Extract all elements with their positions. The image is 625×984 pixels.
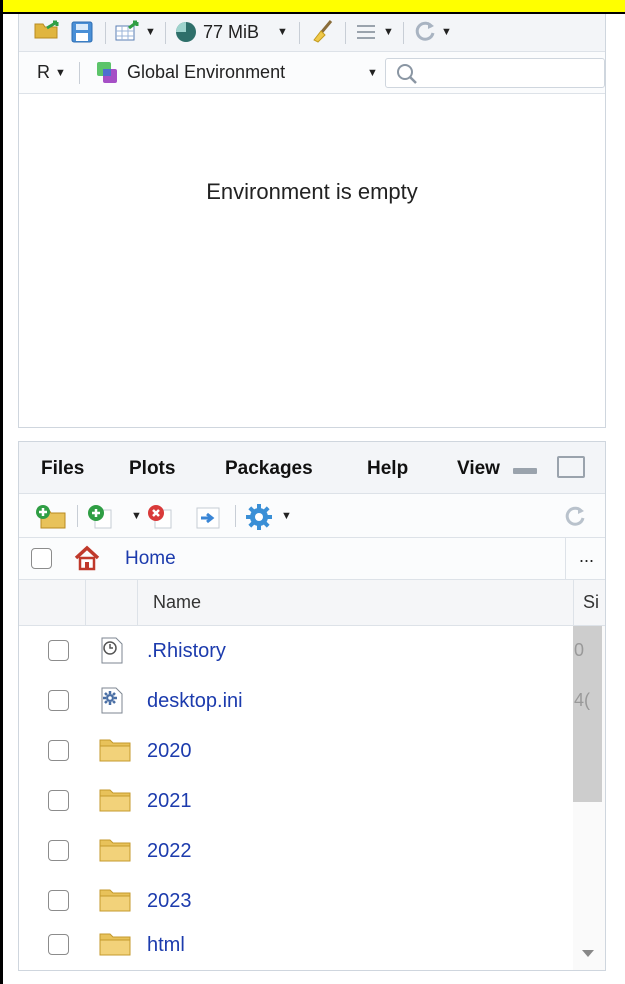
rename-file-icon[interactable]: [195, 506, 221, 535]
file-name-link[interactable]: 2021: [147, 776, 192, 826]
scroll-down-arrow-icon[interactable]: [582, 950, 594, 957]
file-size: 4(: [574, 690, 591, 710]
environment-scope-icon: [95, 62, 119, 89]
environment-scope-selector[interactable]: Global Environment: [127, 62, 285, 83]
table-row[interactable]: .Rhistory: [19, 626, 573, 676]
highlight-banner: [0, 0, 625, 14]
search-icon: [396, 63, 418, 90]
environment-scope-bar: R ▼ Global Environment ▼: [19, 52, 605, 94]
toolbar-divider: [105, 22, 106, 44]
tab-viewer[interactable]: View: [457, 442, 513, 494]
chevron-down-icon[interactable]: ▼: [145, 26, 156, 38]
language-selector[interactable]: R: [37, 62, 50, 83]
row-checkbox[interactable]: [48, 690, 69, 711]
column-header-name[interactable]: Name: [153, 592, 201, 613]
chevron-down-icon[interactable]: ▼: [441, 26, 452, 38]
chevron-down-icon[interactable]: ▼: [55, 67, 66, 79]
file-list-header: Name Si: [19, 580, 605, 626]
files-toolbar: ▼ ▼: [19, 494, 605, 538]
gear-icon[interactable]: [245, 503, 273, 536]
table-row[interactable]: 2023: [19, 876, 573, 926]
environment-search-input[interactable]: [385, 58, 605, 88]
file-name-link[interactable]: 2020: [147, 726, 192, 776]
row-checkbox[interactable]: [48, 934, 69, 955]
memory-usage-label[interactable]: 77 MiB: [203, 20, 259, 44]
row-checkbox[interactable]: [48, 890, 69, 911]
chevron-down-icon[interactable]: ▼: [281, 510, 292, 522]
breadcrumb: Home ...: [19, 538, 605, 580]
new-folder-icon[interactable]: [35, 504, 67, 535]
toolbar-divider: [79, 62, 80, 84]
select-all-checkbox[interactable]: [31, 548, 52, 569]
tab-help[interactable]: Help: [367, 442, 408, 494]
open-folder-icon[interactable]: [33, 18, 61, 45]
file-name-link[interactable]: 2022: [147, 826, 192, 876]
environment-empty-message: Environment is empty: [206, 179, 418, 204]
table-row[interactable]: 2020: [19, 726, 573, 776]
save-icon[interactable]: [71, 21, 93, 48]
row-checkbox[interactable]: [48, 740, 69, 761]
toolbar-divider: [345, 22, 346, 44]
memory-usage-icon[interactable]: [175, 21, 197, 48]
maximize-pane-icon[interactable]: [557, 456, 585, 478]
environment-pane: ▼ 77 MiB ▼ ▼ ▼ R ▼ Global Environment ▼ …: [18, 14, 606, 428]
tab-files[interactable]: Files: [41, 442, 84, 494]
toolbar-divider: [299, 22, 300, 44]
folder-icon: [99, 837, 131, 868]
environment-toolbar: ▼ 77 MiB ▼ ▼ ▼: [19, 14, 605, 52]
new-file-icon[interactable]: [87, 504, 113, 535]
folder-icon: [99, 887, 131, 918]
list-view-icon[interactable]: [355, 23, 377, 46]
more-path-button[interactable]: ...: [579, 546, 594, 567]
toolbar-divider: [235, 505, 236, 527]
settings-file-icon: [99, 687, 125, 720]
file-name-link[interactable]: 2023: [147, 876, 192, 926]
home-icon[interactable]: [73, 544, 101, 577]
refresh-icon[interactable]: [563, 504, 587, 533]
column-divider: [85, 580, 86, 626]
table-row[interactable]: html: [19, 920, 573, 970]
column-divider: [565, 538, 566, 580]
chevron-down-icon[interactable]: ▼: [383, 26, 394, 38]
file-size: 0: [574, 640, 585, 660]
file-name-link[interactable]: desktop.ini: [147, 676, 243, 726]
toolbar-divider: [165, 22, 166, 44]
refresh-icon[interactable]: [413, 19, 437, 48]
files-pane-tabs: Files Plots Packages Help View: [19, 442, 605, 494]
toolbar-divider: [77, 505, 78, 527]
delete-file-icon[interactable]: [147, 504, 173, 535]
breadcrumb-home-link[interactable]: Home: [125, 548, 176, 570]
table-row[interactable]: 2021: [19, 776, 573, 826]
chevron-down-icon[interactable]: ▼: [367, 67, 378, 79]
toolbar-divider: [403, 22, 404, 44]
tab-packages[interactable]: Packages: [225, 442, 313, 494]
tab-plots[interactable]: Plots: [129, 442, 175, 494]
folder-icon: [99, 737, 131, 768]
column-divider: [573, 580, 574, 626]
row-checkbox[interactable]: [48, 640, 69, 661]
chevron-down-icon[interactable]: ▼: [277, 26, 288, 38]
history-file-icon: [99, 637, 125, 670]
files-pane: Files Plots Packages Help View ▼ ▼ Home …: [18, 441, 606, 971]
table-row[interactable]: 2022: [19, 826, 573, 876]
row-checkbox[interactable]: [48, 840, 69, 861]
folder-icon: [99, 787, 131, 818]
import-dataset-icon[interactable]: [115, 20, 141, 47]
file-name-link[interactable]: html: [147, 920, 185, 970]
row-checkbox[interactable]: [48, 790, 69, 811]
column-divider: [137, 580, 138, 626]
chevron-down-icon[interactable]: ▼: [131, 510, 142, 522]
table-row[interactable]: desktop.ini: [19, 676, 573, 726]
file-name-link[interactable]: .Rhistory: [147, 626, 226, 676]
folder-icon: [99, 931, 131, 962]
window-edge: [0, 0, 3, 984]
minimize-pane-icon[interactable]: [513, 468, 537, 474]
column-header-size[interactable]: Si: [583, 592, 605, 613]
broom-icon[interactable]: [311, 19, 335, 48]
